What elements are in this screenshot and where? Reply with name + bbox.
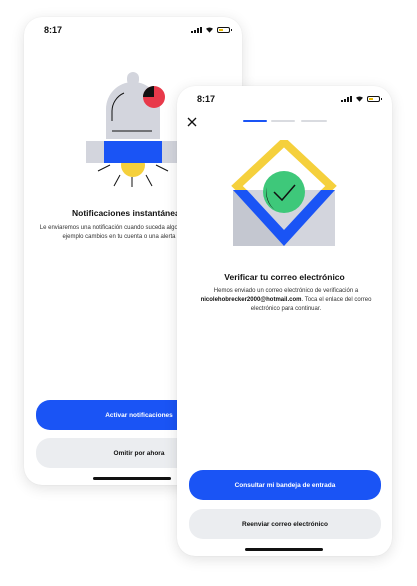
home-indicator [93, 477, 171, 480]
envelope-check-illustration [231, 140, 337, 246]
verify-title: Verificar tu correo electrónico [224, 272, 345, 282]
signal-icon [341, 96, 352, 102]
signal-icon [191, 27, 202, 33]
verify-description: Hemos enviado un correo electrónico de v… [191, 287, 381, 314]
progress-step-3 [301, 120, 327, 122]
status-bar: 8:17 [177, 86, 392, 112]
wifi-icon [356, 96, 363, 102]
status-time: 8:17 [44, 25, 63, 35]
status-icons [341, 95, 382, 102]
home-indicator [245, 548, 323, 551]
status-bar: 8:17 [24, 17, 242, 43]
battery-icon [367, 96, 382, 102]
status-time: 8:17 [197, 94, 216, 104]
battery-icon [217, 27, 232, 33]
wifi-icon [206, 27, 213, 33]
open-inbox-button[interactable]: Consultar mi bandeja de entrada [189, 470, 381, 500]
progress-step-2 [271, 120, 295, 122]
email-address: nicolehobrecker2000@hotmail.com [200, 297, 302, 303]
bell-illustration [86, 72, 182, 187]
description-text: Hemos enviado un correo electrónico de v… [213, 288, 359, 294]
resend-email-button[interactable]: Reenviar correo electrónico [189, 509, 381, 539]
verify-email-screen: 8:17 Verificar tu correo electrónico Hem… [177, 86, 392, 556]
close-icon[interactable] [187, 117, 197, 127]
status-icons [191, 26, 232, 33]
progress-step-1 [243, 120, 267, 122]
